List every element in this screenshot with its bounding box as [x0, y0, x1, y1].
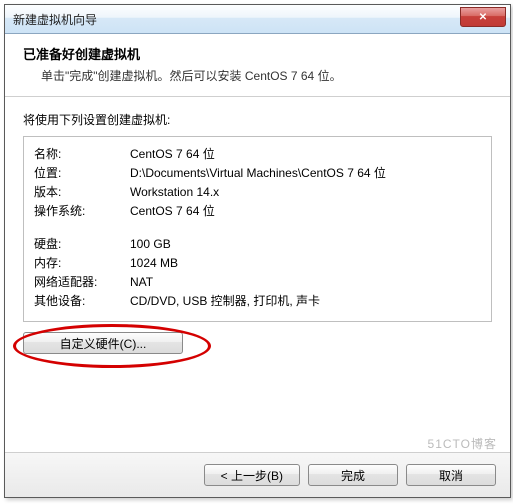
- window-title: 新建虚拟机向导: [13, 11, 97, 28]
- close-icon: ✕: [479, 12, 487, 23]
- row-os: 操作系统: CentOS 7 64 位: [34, 202, 481, 221]
- customize-hardware-button[interactable]: 自定义硬件(C)...: [23, 332, 183, 354]
- label-disk: 硬盘:: [34, 235, 130, 254]
- header-subtitle: 单击"完成"创建虚拟机。然后可以安装 CentOS 7 64 位。: [41, 67, 492, 84]
- wizard-header: 已准备好创建虚拟机 单击"完成"创建虚拟机。然后可以安装 CentOS 7 64…: [5, 34, 510, 97]
- label-name: 名称:: [34, 145, 130, 164]
- close-button[interactable]: ✕: [460, 7, 506, 27]
- value-network: NAT: [130, 273, 481, 292]
- settings-summary-box: 名称: CentOS 7 64 位 位置: D:\Documents\Virtu…: [23, 136, 492, 322]
- row-memory: 内存: 1024 MB: [34, 254, 481, 273]
- value-memory: 1024 MB: [130, 254, 481, 273]
- value-disk: 100 GB: [130, 235, 481, 254]
- label-version: 版本:: [34, 183, 130, 202]
- wizard-content: 将使用下列设置创建虚拟机: 名称: CentOS 7 64 位 位置: D:\D…: [5, 97, 510, 452]
- value-version: Workstation 14.x: [130, 183, 481, 202]
- finish-button[interactable]: 完成: [308, 464, 398, 486]
- cancel-button[interactable]: 取消: [406, 464, 496, 486]
- row-other: 其他设备: CD/DVD, USB 控制器, 打印机, 声卡: [34, 292, 481, 311]
- label-location: 位置:: [34, 164, 130, 183]
- wizard-footer: < 上一步(B) 完成 取消: [5, 452, 510, 497]
- row-name: 名称: CentOS 7 64 位: [34, 145, 481, 164]
- label-os: 操作系统:: [34, 202, 130, 221]
- value-location: D:\Documents\Virtual Machines\CentOS 7 6…: [130, 164, 481, 183]
- value-name: CentOS 7 64 位: [130, 145, 481, 164]
- label-memory: 内存:: [34, 254, 130, 273]
- value-other: CD/DVD, USB 控制器, 打印机, 声卡: [130, 292, 481, 311]
- row-network: 网络适配器: NAT: [34, 273, 481, 292]
- settings-lead-text: 将使用下列设置创建虚拟机:: [23, 111, 492, 128]
- wizard-window: 新建虚拟机向导 ✕ 已准备好创建虚拟机 单击"完成"创建虚拟机。然后可以安装 C…: [4, 4, 511, 498]
- row-disk: 硬盘: 100 GB: [34, 235, 481, 254]
- header-heading: 已准备好创建虚拟机: [23, 44, 492, 63]
- titlebar: 新建虚拟机向导 ✕: [5, 5, 510, 34]
- row-version: 版本: Workstation 14.x: [34, 183, 481, 202]
- customize-hardware-wrap: 自定义硬件(C)...: [23, 332, 203, 354]
- label-network: 网络适配器:: [34, 273, 130, 292]
- back-button[interactable]: < 上一步(B): [204, 464, 300, 486]
- value-os: CentOS 7 64 位: [130, 202, 481, 221]
- row-location: 位置: D:\Documents\Virtual Machines\CentOS…: [34, 164, 481, 183]
- label-other: 其他设备:: [34, 292, 130, 311]
